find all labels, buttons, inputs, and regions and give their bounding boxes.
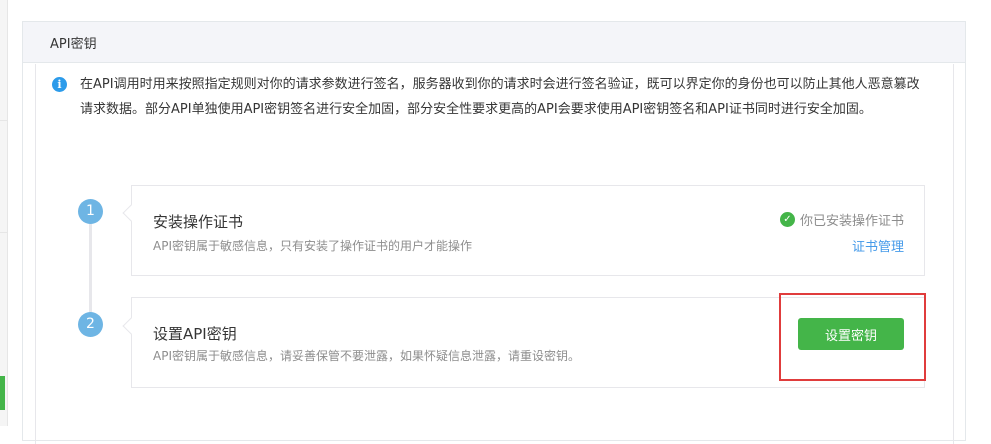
step-number-2: 2 [78, 312, 103, 337]
step-card-install-certificate: 安装操作证书 API密钥属于敏感信息，只有安装了操作证书的用户才能操作 ✓ 你已… [122, 185, 925, 276]
left-sidebar-strip [0, 0, 8, 426]
sidebar-divider [0, 232, 8, 233]
step-description: API密钥属于敏感信息，请妥善保管不要泄露，如果怀疑信息泄露，请重设密钥。 [153, 349, 580, 363]
set-api-key-button[interactable]: 设置密钥 [798, 318, 904, 350]
step-title: 设置API密钥 [153, 325, 237, 343]
step-description: API密钥属于敏感信息，只有安装了操作证书的用户才能操作 [153, 239, 472, 253]
sidebar-active-indicator [0, 376, 5, 410]
check-circle-icon: ✓ [779, 212, 795, 227]
step-title: 安装操作证书 [153, 213, 244, 231]
step-connector-line [89, 212, 92, 324]
panel-title: API密钥 [50, 36, 97, 52]
panel-header: API密钥 [23, 22, 965, 63]
step-number-1: 1 [78, 199, 103, 224]
certificate-status-text: 你已安装操作证书 [799, 214, 904, 229]
info-icon: i [52, 77, 67, 92]
certificate-status: ✓ 你已安装操作证书 [779, 210, 904, 229]
sidebar-divider [0, 120, 8, 121]
notice-text: 在API调用时用来按照指定规则对你的请求参数进行签名，服务器收到你的请求时会进行… [80, 77, 920, 117]
certificate-management-link[interactable]: 证书管理 [852, 236, 904, 255]
info-notice: i 在API调用时用来按照指定规则对你的请求参数进行签名，服务器收到你的请求时会… [52, 72, 932, 122]
